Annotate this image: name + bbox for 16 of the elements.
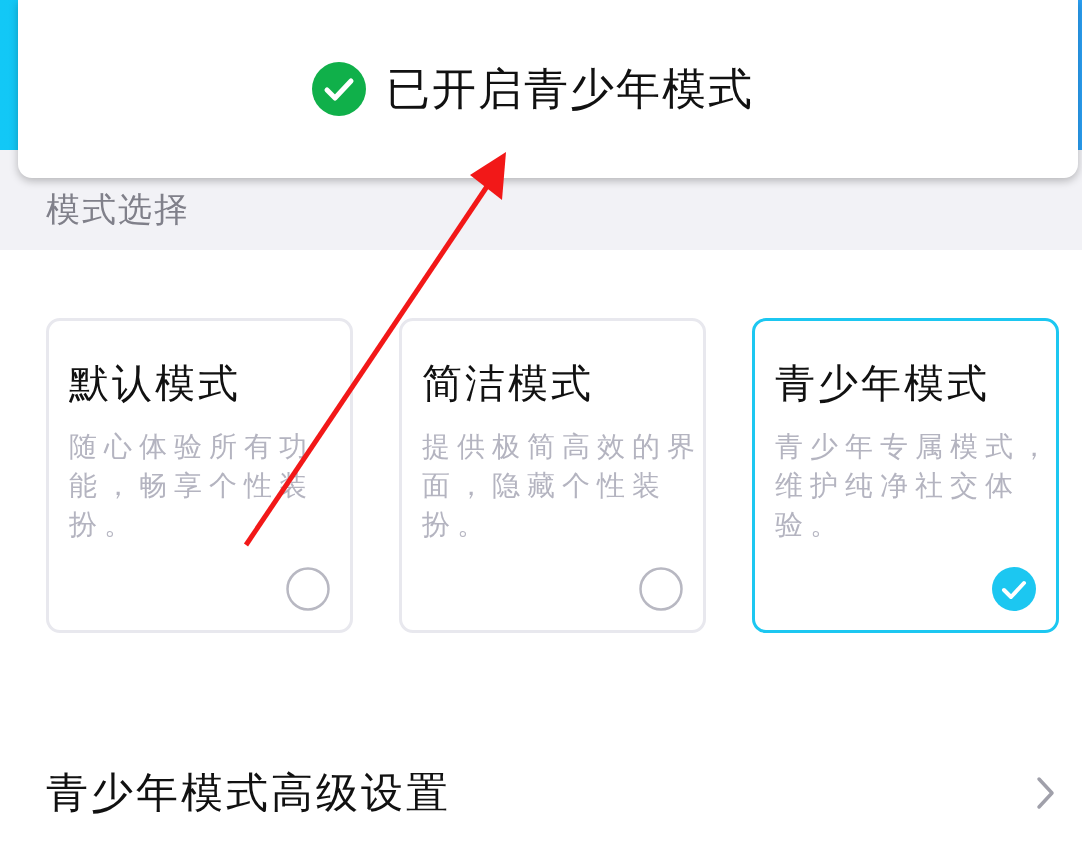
radio-icon[interactable] bbox=[639, 567, 683, 611]
mode-title: 默认模式 bbox=[69, 359, 242, 408]
check-icon bbox=[312, 62, 366, 116]
mode-card[interactable]: 青少年模式 青少年专属模式， 维护纯净社交体 验。 bbox=[752, 318, 1059, 633]
mode-description: 青少年专属模式， 维护纯净社交体 验。 bbox=[775, 429, 1046, 543]
checked-radio-icon[interactable] bbox=[992, 567, 1036, 611]
mode-card[interactable]: 简洁模式 提供极简高效的界 面，隐藏个性装 扮。 bbox=[399, 318, 706, 633]
mode-description: 提供极简高效的界 面，隐藏个性装 扮。 bbox=[422, 429, 693, 543]
section-title: 模式选择 bbox=[46, 188, 190, 231]
toast-message: 已开启青少年模式 bbox=[386, 61, 754, 116]
mode-title: 青少年模式 bbox=[775, 359, 991, 408]
settings-label: 青少年模式高级设置 bbox=[46, 767, 451, 819]
mode-title: 简洁模式 bbox=[422, 359, 595, 408]
settings-row[interactable]: 青少年模式高级设置 bbox=[0, 753, 1082, 862]
radio-icon[interactable] bbox=[286, 567, 330, 611]
chevron-right-icon bbox=[1036, 776, 1056, 810]
